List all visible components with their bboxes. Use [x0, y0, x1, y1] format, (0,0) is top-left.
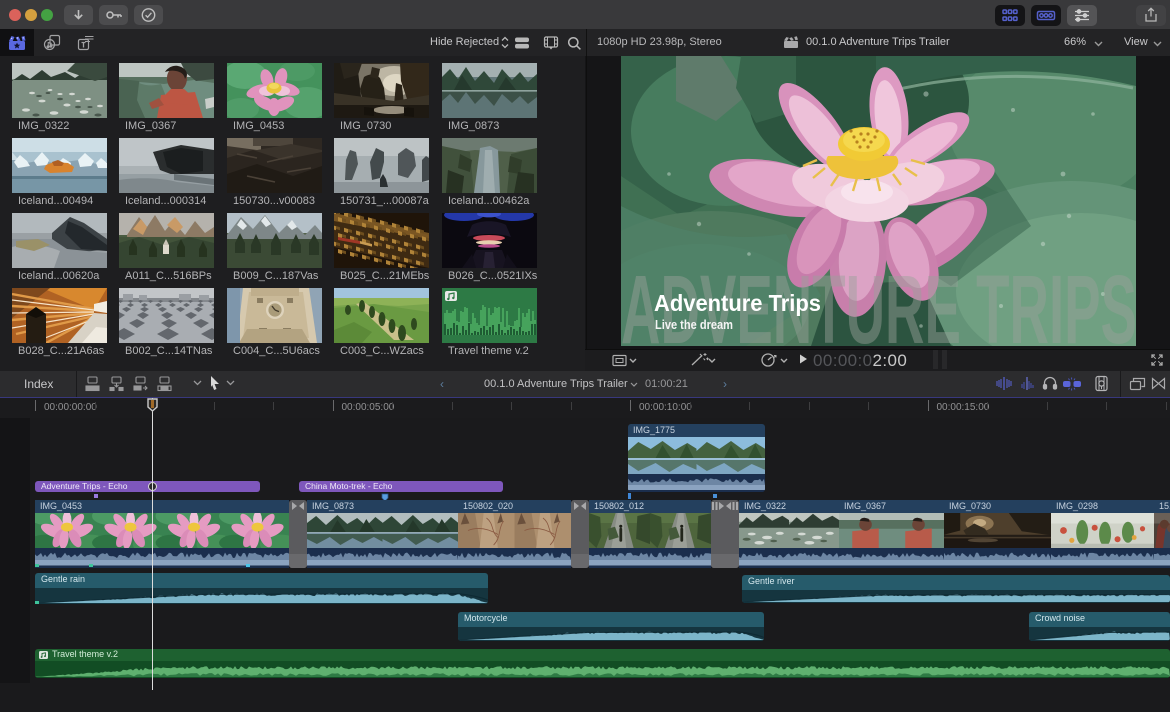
- svg-text:Live the dream: Live the dream: [655, 318, 733, 332]
- svg-text:Adventure Trips: Adventure Trips: [654, 290, 821, 316]
